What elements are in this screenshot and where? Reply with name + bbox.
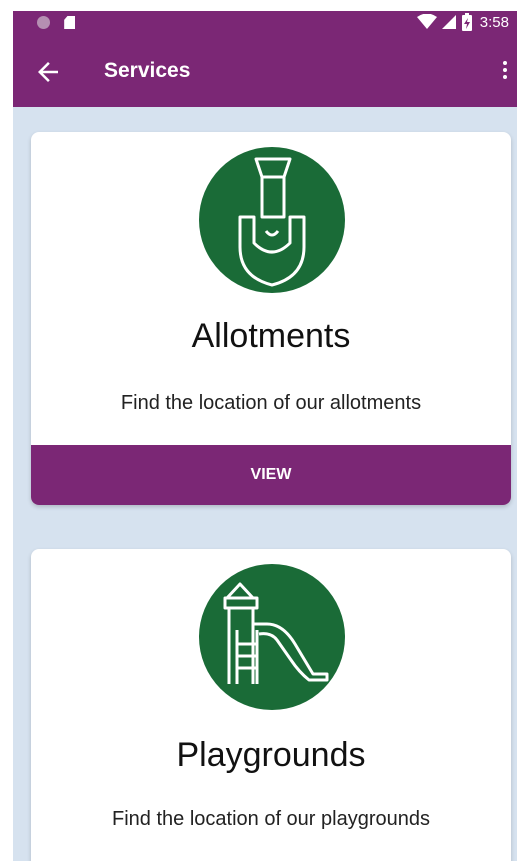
service-card-playgrounds: Playgrounds Find the location of our pla…: [31, 549, 511, 861]
status-right: 3:58: [417, 13, 509, 32]
card-title: Playgrounds: [176, 736, 366, 774]
services-screen: 3:58 Services Allotments Find the locati…: [0, 0, 517, 861]
arrow-back-icon: [38, 62, 58, 82]
back-button[interactable]: [33, 57, 63, 87]
battery-charging-icon: [461, 13, 472, 32]
spade-icon: [199, 147, 345, 293]
view-allotments-button[interactable]: VIEW: [31, 445, 511, 505]
sd-card-icon: [64, 16, 76, 29]
more-vertical-icon-dot: [503, 75, 507, 79]
app-bar: Services: [13, 35, 517, 107]
page-title: Services: [104, 59, 191, 82]
more-vertical-icon-dot: [503, 68, 507, 72]
notification-dot-icon: [37, 16, 50, 29]
status-time: 3:58: [479, 13, 509, 31]
status-left: [37, 16, 76, 33]
card-title: Allotments: [191, 317, 351, 355]
status-bar: 3:58: [13, 11, 517, 35]
card-description: Find the location of our allotments: [120, 392, 422, 414]
service-card-allotments: Allotments Find the location of our allo…: [31, 132, 511, 505]
card-description: Find the location of our playgrounds: [112, 808, 430, 830]
playground-slide-icon: [199, 564, 345, 710]
more-vertical-icon: [503, 61, 507, 65]
more-options-button[interactable]: [499, 59, 511, 85]
services-list[interactable]: Allotments Find the location of our allo…: [13, 107, 517, 861]
signal-icon: [442, 15, 457, 30]
wifi-icon: [417, 13, 438, 30]
